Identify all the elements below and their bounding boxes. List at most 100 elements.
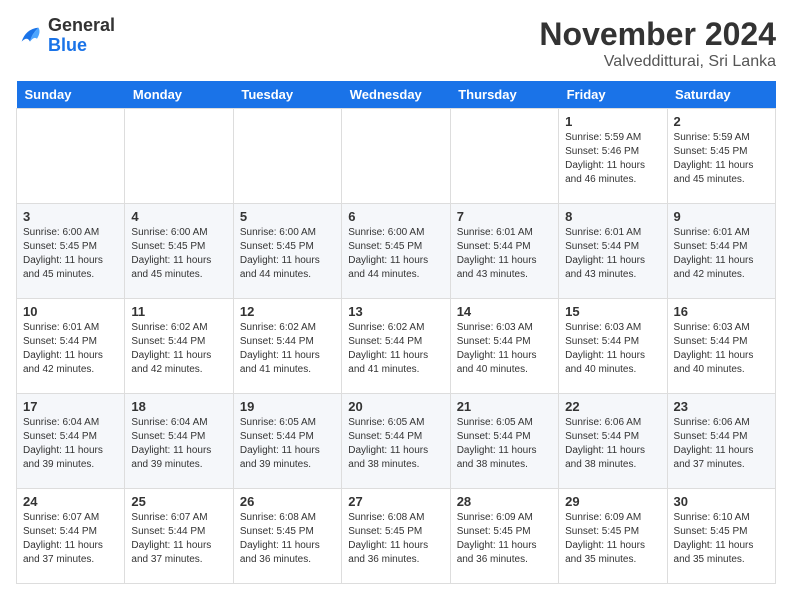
day-number: 6 — [348, 209, 443, 224]
cell-info: Sunrise: 6:03 AMSunset: 5:44 PMDaylight:… — [457, 321, 552, 377]
calendar-cell: 1 Sunrise: 5:59 AMSunset: 5:46 PMDaylight… — [559, 109, 667, 204]
calendar-cell: 5Sunrise: 6:00 AMSunset: 5:45 PMDaylight… — [233, 204, 341, 299]
page-subtitle: Valvedditturai, Sri Lanka — [539, 53, 776, 71]
day-number: 19 — [240, 399, 335, 414]
day-number: 26 — [240, 494, 335, 509]
logo-bird-icon — [16, 22, 44, 50]
cell-info: Sunrise: 6:07 AMSunset: 5:44 PMDaylight:… — [131, 511, 226, 567]
calendar-cell: 8 Sunrise: 6:01 AMSunset: 5:44 PMDaylight… — [559, 204, 667, 299]
cell-info: Sunrise: 6:08 AMSunset: 5:45 PMDaylight:… — [240, 511, 335, 567]
cell-info: Sunrise: 6:01 AMSunset: 5:44 PMDaylight:… — [457, 226, 552, 282]
day-number: 16 — [674, 304, 769, 319]
calendar-cell: 19 Sunrise: 6:05 AMSunset: 5:44 PMDayligh… — [233, 394, 341, 489]
logo: General Blue — [16, 16, 115, 56]
day-number: 17 — [23, 399, 118, 414]
calendar-cell: 25 Sunrise: 6:07 AMSunset: 5:44 PMDayligh… — [125, 489, 233, 584]
calendar-cell: 10 Sunrise: 6:01 AMSunset: 5:44 PMDayligh… — [17, 299, 125, 394]
header-day-monday: Monday — [125, 81, 233, 109]
day-number: 24 — [23, 494, 118, 509]
cell-info: Sunrise: 6:09 AMSunset: 5:45 PMDaylight:… — [565, 511, 660, 567]
calendar-cell: 18Sunrise: 6:04 AMSunset: 5:44 PMDayligh… — [125, 394, 233, 489]
day-number: 14 — [457, 304, 552, 319]
calendar-cell — [233, 109, 341, 204]
header-day-thursday: Thursday — [450, 81, 558, 109]
calendar-cell: 22Sunrise: 6:06 AMSunset: 5:44 PMDayligh… — [559, 394, 667, 489]
day-number: 4 — [131, 209, 226, 224]
header-day-wednesday: Wednesday — [342, 81, 450, 109]
page-title: November 2024 — [539, 16, 776, 53]
cell-info: Sunrise: 6:03 AMSunset: 5:44 PMDaylight:… — [674, 321, 769, 377]
cell-info: Sunrise: 6:01 AMSunset: 5:44 PMDaylight:… — [23, 321, 118, 377]
cell-info: Sunrise: 6:07 AMSunset: 5:44 PMDaylight:… — [23, 511, 118, 567]
calendar-cell: 16 Sunrise: 6:03 AMSunset: 5:44 PMDayligh… — [667, 299, 775, 394]
calendar-cell: 17 Sunrise: 6:04 AMSunset: 5:44 PMDayligh… — [17, 394, 125, 489]
cell-info: Sunrise: 6:03 AMSunset: 5:44 PMDaylight:… — [565, 321, 660, 377]
header-row: SundayMondayTuesdayWednesdayThursdayFrid… — [17, 81, 776, 109]
cell-info: Sunrise: 6:04 AMSunset: 5:44 PMDaylight:… — [23, 416, 118, 472]
title-block: November 2024 Valvedditturai, Sri Lanka — [539, 16, 776, 71]
logo-text: General Blue — [48, 16, 115, 56]
calendar-table: SundayMondayTuesdayWednesdayThursdayFrid… — [16, 81, 776, 584]
calendar-cell: 21Sunrise: 6:05 AMSunset: 5:44 PMDayligh… — [450, 394, 558, 489]
calendar-cell: 2Sunrise: 5:59 AMSunset: 5:45 PMDaylight… — [667, 109, 775, 204]
day-number: 5 — [240, 209, 335, 224]
calendar-cell — [125, 109, 233, 204]
calendar-cell: 3 Sunrise: 6:00 AMSunset: 5:45 PMDaylight… — [17, 204, 125, 299]
calendar-cell: 26 Sunrise: 6:08 AMSunset: 5:45 PMDayligh… — [233, 489, 341, 584]
calendar-cell: 7 Sunrise: 6:01 AMSunset: 5:44 PMDaylight… — [450, 204, 558, 299]
cell-info: Sunrise: 6:05 AMSunset: 5:44 PMDaylight:… — [348, 416, 443, 472]
cell-info: Sunrise: 6:06 AMSunset: 5:44 PMDaylight:… — [565, 416, 660, 472]
header-day-friday: Friday — [559, 81, 667, 109]
cell-info: Sunrise: 6:10 AMSunset: 5:45 PMDaylight:… — [674, 511, 769, 567]
week-row-2: 10 Sunrise: 6:01 AMSunset: 5:44 PMDayligh… — [17, 299, 776, 394]
header-day-tuesday: Tuesday — [233, 81, 341, 109]
calendar-cell: 24 Sunrise: 6:07 AMSunset: 5:44 PMDayligh… — [17, 489, 125, 584]
cell-info: Sunrise: 6:02 AMSunset: 5:44 PMDaylight:… — [348, 321, 443, 377]
day-number: 29 — [565, 494, 660, 509]
header-day-saturday: Saturday — [667, 81, 775, 109]
logo-blue: Blue — [48, 36, 115, 56]
cell-info: Sunrise: 6:01 AMSunset: 5:44 PMDaylight:… — [674, 226, 769, 282]
day-number: 21 — [457, 399, 552, 414]
week-row-0: 1 Sunrise: 5:59 AMSunset: 5:46 PMDaylight… — [17, 109, 776, 204]
week-row-1: 3 Sunrise: 6:00 AMSunset: 5:45 PMDaylight… — [17, 204, 776, 299]
calendar-cell — [450, 109, 558, 204]
day-number: 9 — [674, 209, 769, 224]
day-number: 25 — [131, 494, 226, 509]
day-number: 11 — [131, 304, 226, 319]
day-number: 8 — [565, 209, 660, 224]
calendar-cell: 29 Sunrise: 6:09 AMSunset: 5:45 PMDayligh… — [559, 489, 667, 584]
cell-info: Sunrise: 6:06 AMSunset: 5:44 PMDaylight:… — [674, 416, 769, 472]
cell-info: Sunrise: 5:59 AMSunset: 5:46 PMDaylight:… — [565, 131, 660, 187]
calendar-cell: 23 Sunrise: 6:06 AMSunset: 5:44 PMDayligh… — [667, 394, 775, 489]
calendar-cell: 9 Sunrise: 6:01 AMSunset: 5:44 PMDaylight… — [667, 204, 775, 299]
calendar-cell: 20Sunrise: 6:05 AMSunset: 5:44 PMDayligh… — [342, 394, 450, 489]
week-row-4: 24 Sunrise: 6:07 AMSunset: 5:44 PMDayligh… — [17, 489, 776, 584]
cell-info: Sunrise: 6:00 AMSunset: 5:45 PMDaylight:… — [348, 226, 443, 282]
day-number: 10 — [23, 304, 118, 319]
cell-info: Sunrise: 6:00 AMSunset: 5:45 PMDaylight:… — [23, 226, 118, 282]
day-number: 23 — [674, 399, 769, 414]
day-number: 1 — [565, 114, 660, 129]
day-number: 13 — [348, 304, 443, 319]
cell-info: Sunrise: 6:04 AMSunset: 5:44 PMDaylight:… — [131, 416, 226, 472]
cell-info: Sunrise: 6:05 AMSunset: 5:44 PMDaylight:… — [240, 416, 335, 472]
calendar-cell: 27Sunrise: 6:08 AMSunset: 5:45 PMDayligh… — [342, 489, 450, 584]
cell-info: Sunrise: 5:59 AMSunset: 5:45 PMDaylight:… — [674, 131, 769, 187]
day-number: 28 — [457, 494, 552, 509]
calendar-cell: 12Sunrise: 6:02 AMSunset: 5:44 PMDayligh… — [233, 299, 341, 394]
day-number: 7 — [457, 209, 552, 224]
cell-info: Sunrise: 6:00 AMSunset: 5:45 PMDaylight:… — [131, 226, 226, 282]
calendar-cell — [342, 109, 450, 204]
cell-info: Sunrise: 6:01 AMSunset: 5:44 PMDaylight:… — [565, 226, 660, 282]
page-header: General Blue November 2024 Valveddittura… — [16, 16, 776, 71]
cell-info: Sunrise: 6:02 AMSunset: 5:44 PMDaylight:… — [131, 321, 226, 377]
day-number: 30 — [674, 494, 769, 509]
calendar-cell: 14 Sunrise: 6:03 AMSunset: 5:44 PMDayligh… — [450, 299, 558, 394]
calendar-cell: 11 Sunrise: 6:02 AMSunset: 5:44 PMDayligh… — [125, 299, 233, 394]
day-number: 12 — [240, 304, 335, 319]
day-number: 3 — [23, 209, 118, 224]
week-row-3: 17 Sunrise: 6:04 AMSunset: 5:44 PMDayligh… — [17, 394, 776, 489]
calendar-cell: 6 Sunrise: 6:00 AMSunset: 5:45 PMDaylight… — [342, 204, 450, 299]
day-number: 27 — [348, 494, 443, 509]
